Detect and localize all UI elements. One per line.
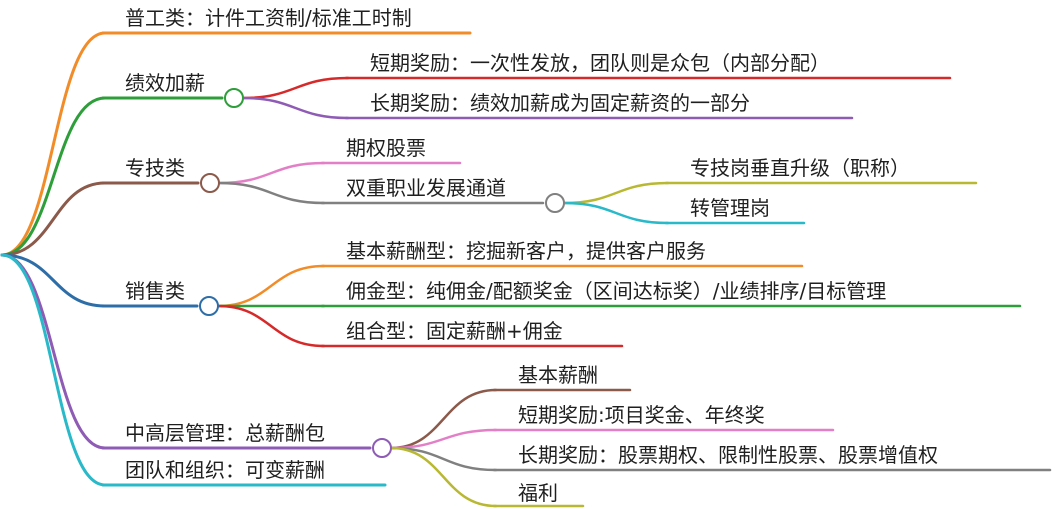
connector-l2-2 (217, 161, 326, 185)
connector-l3-1 (562, 201, 670, 225)
node-l1-5: 团队和组织：可变薪酬 (125, 458, 325, 482)
connector-l2-3 (217, 181, 326, 205)
node-l2-10: 福利 (518, 481, 558, 505)
node-l1-2: 专技类 (125, 156, 185, 180)
connector-l1-4 (0, 253, 107, 450)
connector-l1-1 (0, 96, 107, 257)
connector-l2-0 (241, 76, 350, 100)
node-l2-9: 长期奖励：股票期权、限制性股票、股票增值权 (518, 443, 938, 467)
node-l2-3: 双重职业发展通道 (346, 176, 506, 200)
node-l2-2: 期权股票 (346, 136, 426, 160)
connector-l2-4 (216, 264, 326, 308)
connector-l2-10 (389, 446, 498, 508)
collapse-node-l1-2 (200, 173, 220, 193)
connector-l1-2 (0, 181, 107, 257)
node-l2-8: 短期奖励:项目奖金、年终奖 (518, 403, 765, 427)
collapse-node-l1-1 (224, 88, 244, 108)
node-l2-5: 佣金型：纯佣金/配额奖金（区间达标奖）/业绩排序/目标管理 (346, 279, 887, 303)
node-l1-0: 普工类：计件工资制/标准工时制 (125, 6, 412, 30)
connector-l3-0 (562, 181, 670, 205)
connector-l2-1 (241, 96, 350, 120)
node-l1-4: 中高层管理：总薪酬包 (125, 421, 325, 445)
node-l2-4: 基本薪酬型：挖掘新客户，提供客户服务 (346, 239, 706, 263)
connector-l1-5 (0, 253, 107, 487)
connector-l2-6 (216, 304, 326, 348)
node-l2-7: 基本薪酬 (518, 363, 598, 387)
node-l3-1: 转管理岗 (690, 196, 770, 220)
connector-l1-0 (0, 31, 107, 257)
node-l2-1: 长期奖励：绩效加薪成为固定薪资的一部分 (370, 91, 750, 115)
collapse-node-l1-4 (372, 438, 392, 458)
collapse-node-l1-3 (199, 296, 219, 316)
node-l2-6: 组合型：固定薪酬+佣金 (346, 319, 563, 343)
node-l3-0: 专技岗垂直升级（职称） (690, 156, 910, 180)
collapse-node-l2-3 (545, 193, 565, 213)
node-l2-0: 短期奖励：一次性发放，团队则是众包（内部分配） (370, 51, 830, 75)
node-l1-3: 销售类 (125, 279, 185, 303)
node-l1-1: 绩效加薪 (125, 71, 205, 95)
